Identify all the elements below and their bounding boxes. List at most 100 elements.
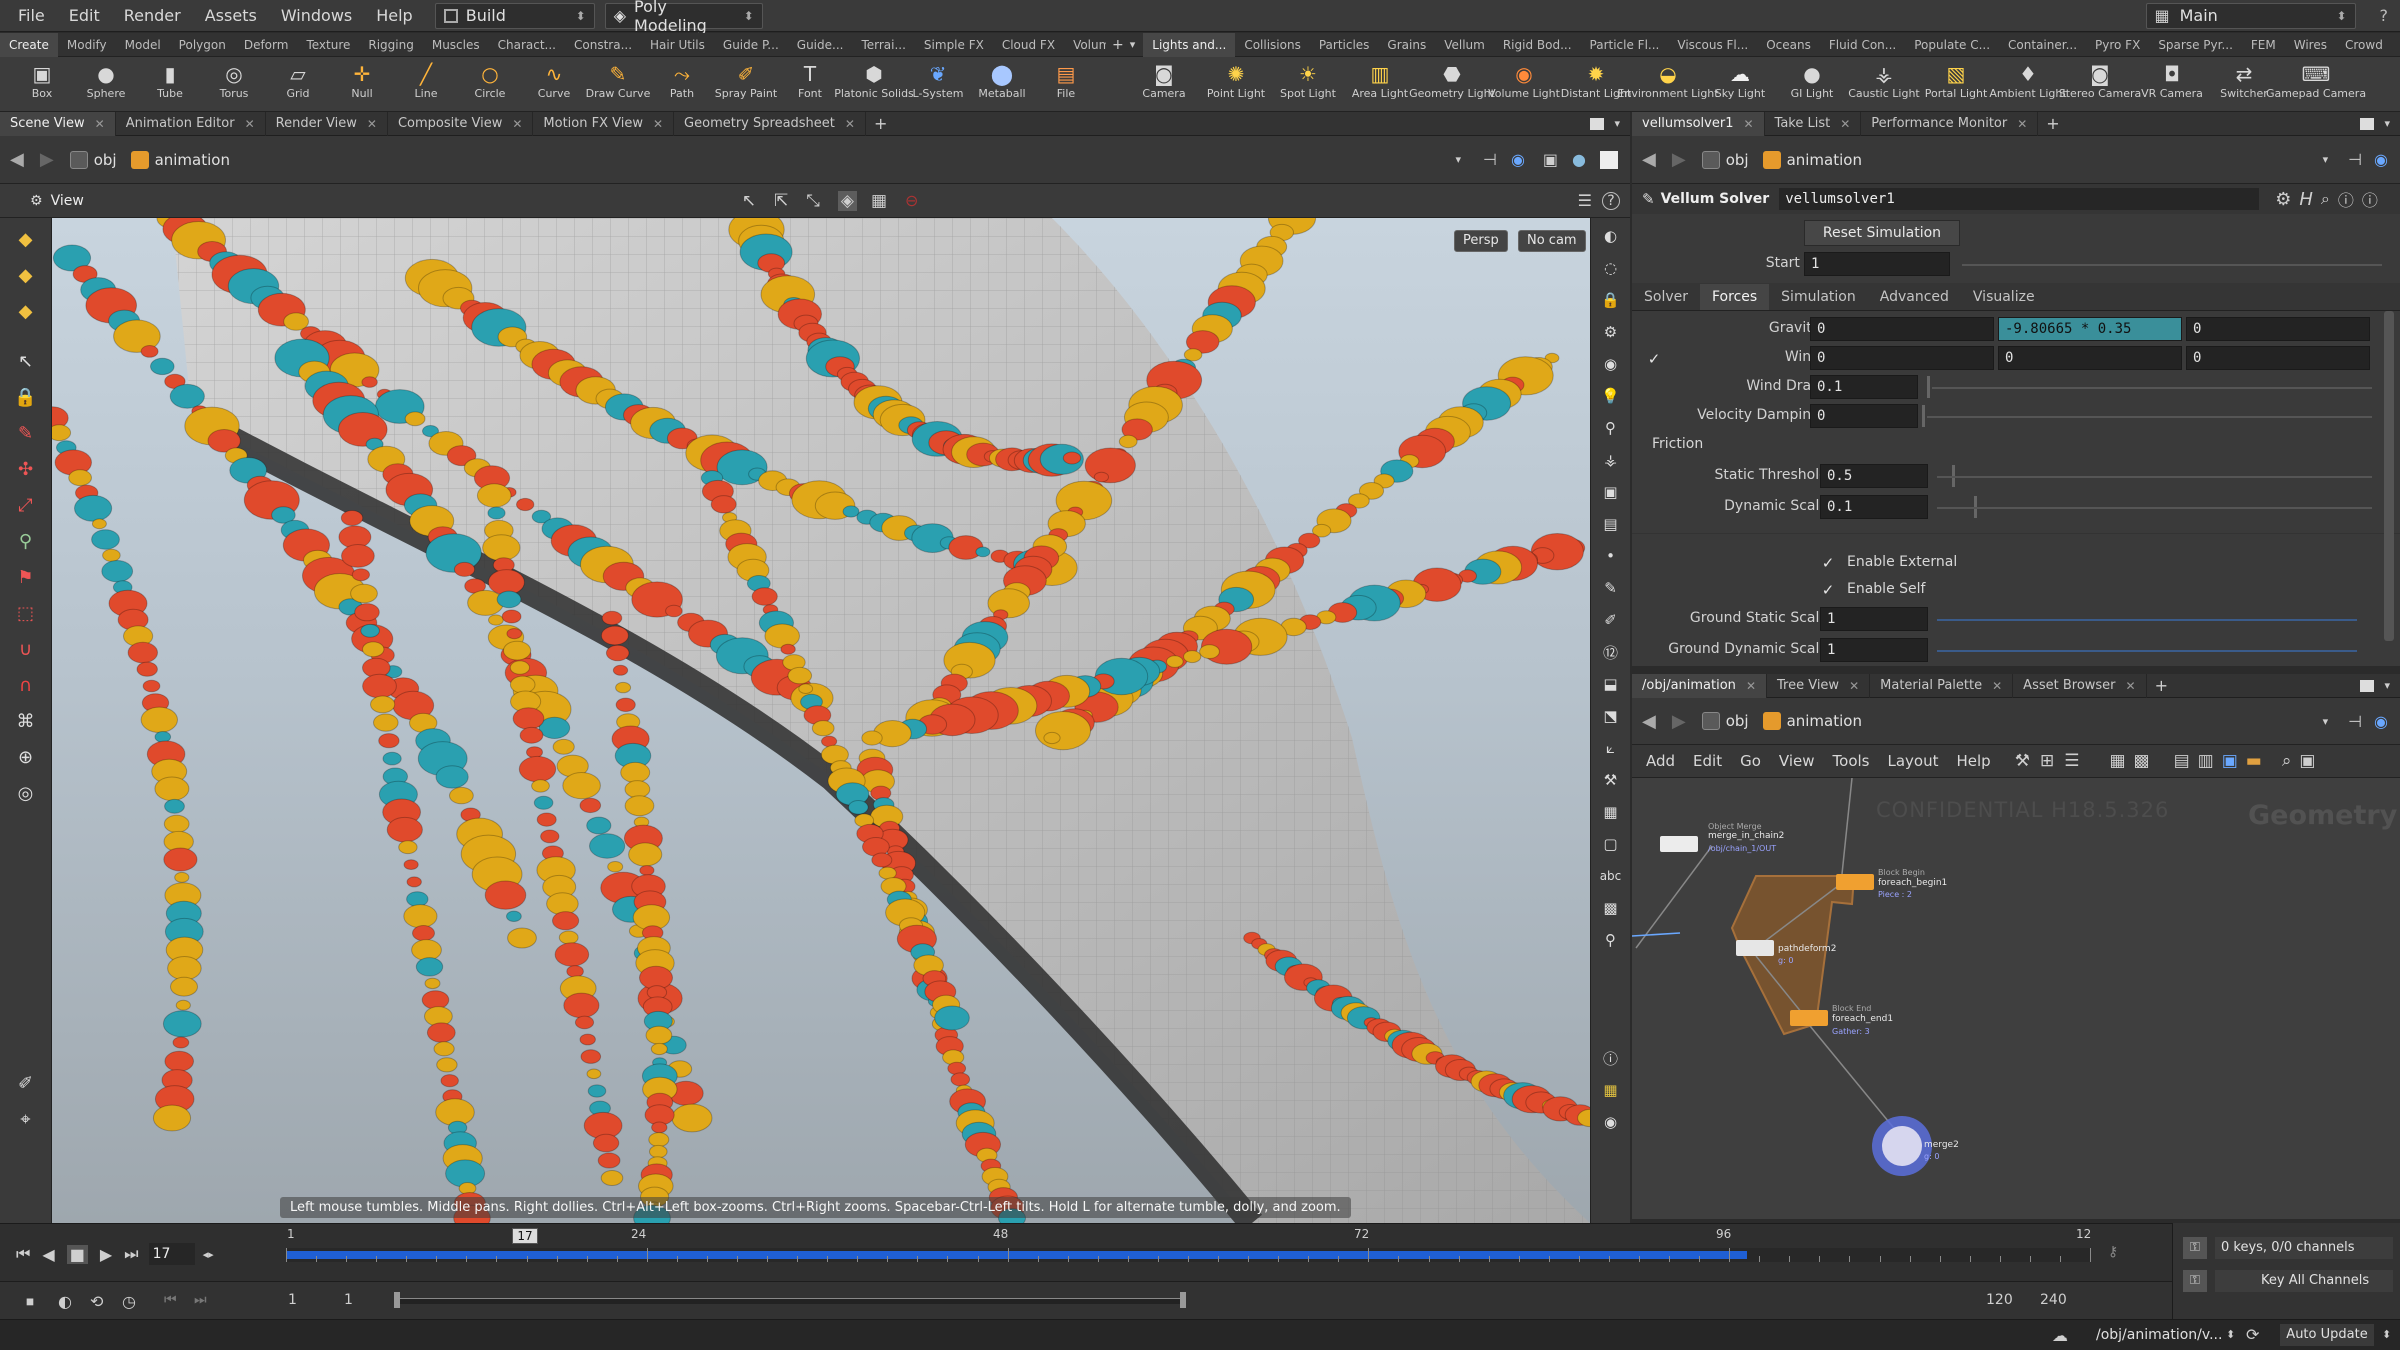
wind-drag-field[interactable]: 0.1 (1810, 375, 1918, 399)
select-edges-icon[interactable]: ⤡ (806, 191, 820, 211)
camera-menu[interactable]: No cam (1518, 230, 1586, 252)
image-icon[interactable]: ▩ (1597, 894, 1625, 922)
background-icon[interactable] (1600, 150, 1618, 169)
wind-x-field[interactable]: 0 (1810, 346, 1994, 370)
notes-icon[interactable]: ▥ (2198, 751, 2214, 771)
shelf-tab-simple-fx[interactable]: Simple FX (915, 33, 993, 57)
quad-view-icon[interactable]: ▦ (1597, 1076, 1625, 1104)
shelf-tab-viscous-fl[interactable]: Viscous Fl... (1668, 33, 1757, 57)
light-icon[interactable]: 💡 (1597, 382, 1625, 410)
sticky-icon[interactable]: ▤ (2174, 751, 2190, 771)
menu-render[interactable]: Render (112, 0, 193, 32)
pin-icon[interactable]: ⊣ (2348, 712, 2362, 731)
range-slider-handle-left[interactable] (394, 1292, 400, 1308)
select-icon[interactable]: ◆ (11, 224, 41, 254)
camera-view-icon[interactable]: ◎ (11, 778, 41, 808)
next-key-icon[interactable]: ⏭ (194, 1292, 207, 1308)
tool-line[interactable]: ╱ Line (394, 57, 458, 112)
h-icon[interactable]: H (2299, 189, 2313, 210)
start-frame-slider[interactable] (1962, 264, 2382, 266)
lock-icon[interactable]: 🔒 (11, 382, 41, 412)
forward-arrow-icon[interactable]: ▶ (40, 149, 54, 170)
shelf-tab-crowds[interactable]: Crowds (2336, 33, 2383, 57)
shelf-tab-cloud-fx[interactable]: Cloud FX (993, 33, 1064, 57)
menu-help[interactable]: Help (364, 0, 424, 32)
channels-dropdown[interactable]: 0 keys, 0/0 channels (2215, 1237, 2393, 1259)
shelf-tab-wires[interactable]: Wires (2285, 33, 2336, 57)
menu-file[interactable]: File (6, 0, 57, 32)
shelf-tab-volume[interactable]: Volume (1064, 33, 1106, 57)
link-icon[interactable]: ◉ (1511, 150, 1525, 169)
shelf-tab-rigid-bod[interactable]: Rigid Bod... (1494, 33, 1581, 57)
tool-volume-light[interactable]: ◉ Volume Light (1488, 57, 1560, 112)
tool-grid[interactable]: ▱ Grid (266, 57, 330, 112)
back-arrow-icon[interactable]: ◀ (10, 149, 24, 170)
timeline-track[interactable] (286, 1248, 2091, 1262)
gear-icon[interactable]: ⚙ (2275, 189, 2291, 210)
range-end-field[interactable]: 120 (1986, 1292, 2013, 1308)
tool-torus[interactable]: ◎ Torus (202, 57, 266, 112)
range-slider[interactable] (394, 1298, 1184, 1304)
param-tab-visualize[interactable]: Visualize (1961, 284, 2047, 310)
path-dropdown-icon[interactable]: ▾ (2323, 715, 2329, 728)
static-threshold-track[interactable] (1937, 476, 2372, 478)
breadcrumb-animation[interactable]: animation (1762, 150, 1862, 169)
network-menu-go[interactable]: Go (1740, 752, 1761, 770)
close-icon[interactable]: ✕ (367, 112, 377, 136)
shelf-tab-container[interactable]: Container... (1999, 33, 2086, 57)
search-icon[interactable]: ⌕ (2321, 189, 2330, 209)
tab-motion-fx-view[interactable]: Motion FX View ✕ (533, 111, 675, 136)
close-icon[interactable]: ✕ (245, 112, 255, 136)
tool-stereo-camera[interactable]: ◙ Stereo Camera (2059, 57, 2142, 112)
rotate-icon[interactable]: ◆ (11, 296, 41, 326)
shelf-tab-texture[interactable]: Texture (297, 33, 359, 57)
close-icon[interactable]: ✕ (2126, 674, 2136, 698)
param-tab-simulation[interactable]: Simulation (1769, 284, 1868, 310)
select-prims-icon[interactable]: ◈ (837, 190, 857, 211)
link-icon[interactable]: ◉ (2374, 712, 2388, 731)
shelf-tab-hair-utils[interactable]: Hair Utils (641, 33, 714, 57)
back-arrow-icon[interactable]: ◀ (1642, 149, 1656, 170)
flipbook-icon[interactable]: ⬓ (1597, 670, 1625, 698)
shelf-tab-pyro-fx[interactable]: Pyro FX (2086, 33, 2149, 57)
select-tool-icon[interactable]: ↖ (742, 191, 756, 211)
tool-portal-light[interactable]: ▧ Portal Light (1920, 57, 1992, 112)
select-group-icon[interactable]: ▦ (871, 191, 887, 211)
shelf-tab-particles[interactable]: Particles (1310, 33, 1379, 57)
tab-tree-view[interactable]: Tree View ✕ (1767, 673, 1871, 698)
shelf-tab-rigging[interactable]: Rigging (359, 33, 422, 57)
wind-z-field[interactable]: 0 (2186, 346, 2370, 370)
tab-asset-browser[interactable]: Asset Browser ✕ (2013, 673, 2147, 698)
status-menu-icon[interactable]: ⬍ (2382, 1328, 2391, 1341)
tool-l-system[interactable]: ❦ L-System (906, 57, 970, 112)
tool-null[interactable]: ✛ Null (330, 57, 394, 112)
tool-distant-light[interactable]: ✹ Distant Light (1560, 57, 1632, 112)
key-all-channels-button[interactable]: Key All Channels (2215, 1270, 2393, 1292)
measure-icon[interactable]: ⟀ (1597, 734, 1625, 762)
tool-draw-curve[interactable]: ✎ Draw Curve (586, 57, 651, 112)
tab-vellumsolver1[interactable]: vellumsolver1 ✕ (1632, 111, 1765, 136)
breadcrumb-animation[interactable]: animation (130, 150, 230, 169)
shelf-tab-model[interactable]: Model (116, 33, 170, 57)
point-display-icon[interactable]: • (1597, 542, 1625, 570)
tool-box[interactable]: ▣ Box (10, 57, 74, 112)
shelf-tab-terrai[interactable]: Terrai... (852, 33, 914, 57)
wind-y-field[interactable]: 0 (1998, 346, 2182, 370)
headlight-icon[interactable]: ⚲ (1597, 414, 1625, 442)
context-dropdown[interactable]: ◈ Poly Modeling ⬍ (604, 0, 763, 35)
close-icon[interactable]: ✕ (2017, 112, 2027, 136)
breadcrumb-obj[interactable]: obj (69, 150, 117, 169)
handle-icon[interactable]: ⚲ (11, 526, 41, 556)
wind-drag-slider[interactable] (1927, 376, 1930, 398)
pin-location-icon[interactable]: ⚲ (1597, 926, 1625, 954)
pin-icon[interactable]: ⊣ (2348, 150, 2362, 169)
pane-layout-icon[interactable] (2360, 117, 2375, 130)
shelf-tab-oceans[interactable]: Oceans (1757, 33, 1820, 57)
network-menu-layout[interactable]: Layout (1887, 752, 1938, 770)
step-back-icon[interactable]: ◀ (42, 1245, 54, 1264)
select-points-icon[interactable]: ⇱ (774, 191, 788, 211)
tool-caustic-light[interactable]: ⚶ Caustic Light (1848, 57, 1920, 112)
text-display-icon[interactable]: abc (1597, 862, 1625, 890)
close-icon[interactable]: ✕ (653, 112, 663, 136)
shelf-tab-grains[interactable]: Grains (1378, 33, 1435, 57)
